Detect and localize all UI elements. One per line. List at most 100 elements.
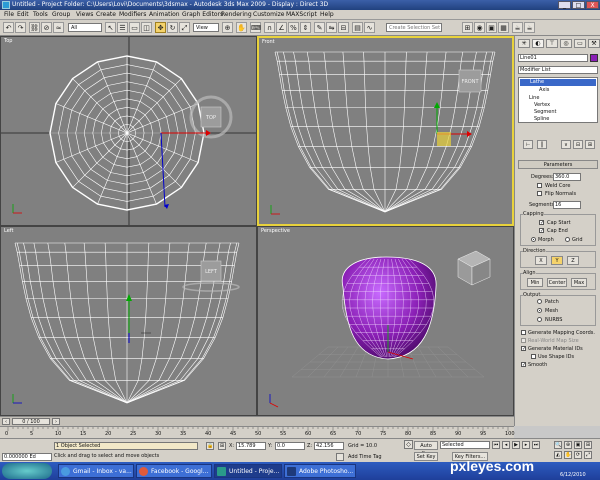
field-of-view-icon[interactable]: ◭ [554,451,562,459]
taskbar-item-gmail[interactable]: Gmail - Inbox - va... [58,464,134,478]
zoom-extents-icon[interactable]: ▣ [574,441,582,449]
material-editor-icon[interactable]: ◉ [474,22,485,33]
viewport-top[interactable]: Top TOP [0,36,257,226]
menu-animation[interactable]: Animation [149,11,180,18]
patch-radio[interactable] [537,299,542,304]
segments-field[interactable]: 16 [553,201,581,209]
pan-view-icon[interactable]: ✋ [564,451,572,459]
viewport-perspective[interactable]: Perspective [257,226,514,416]
parameters-rollout-header[interactable]: Parameters [518,160,598,169]
add-time-tag-button[interactable]: Add Time Tag [348,454,382,460]
lock-selection-icon[interactable]: 🔒 [206,442,214,450]
selection-filter-dropdown[interactable]: All [68,23,102,32]
frame-counter[interactable]: 0 / 100 [12,418,50,425]
maximize-button[interactable]: □ [572,1,585,9]
menu-rendering[interactable]: Rendering [221,11,252,18]
menu-create[interactable]: Create [96,11,116,18]
gen-mapping-checkbox[interactable] [521,330,526,335]
align-icon[interactable]: ⊟ [338,22,349,33]
utilities-tab-icon[interactable]: ⚒ [588,39,600,48]
viewport-left[interactable]: Left LEFT [0,226,257,416]
cap-end-checkbox[interactable]: ✓ [539,228,544,234]
menu-group[interactable]: Group [52,11,70,18]
auto-key-selection-dropdown[interactable]: Selected [440,441,490,449]
degrees-field[interactable]: 360.0 [553,173,581,181]
real-world-checkbox[interactable] [521,338,526,343]
pivot-center-icon[interactable]: ⊕ [222,22,233,33]
selection-set-dropdown[interactable]: Create Selection Set [386,23,442,32]
named-selection-icon[interactable]: ✎ [314,22,325,33]
remove-modifier-icon[interactable]: ⊟ [573,140,583,149]
align-max-button[interactable]: Max [571,278,587,287]
rect-selection-icon[interactable]: ▭ [129,22,140,33]
key-mode-icon[interactable]: ◇ [404,440,413,449]
reference-coordinate-dropdown[interactable]: View [193,23,219,32]
prev-key-icon[interactable]: ◂ [502,441,510,449]
menu-maxscript[interactable]: MAXScript [286,11,317,18]
taskbar-item-facebook[interactable]: Facebook - Googl... [136,464,212,478]
window-crossing-icon[interactable]: ◫ [141,22,152,33]
curve-editor-icon[interactable]: ∿ [364,22,375,33]
minimize-button[interactable]: _ [558,1,571,9]
menu-customize[interactable]: Customize [253,11,285,18]
align-center-button[interactable]: Center [547,278,567,287]
app-icon[interactable] [2,1,10,9]
hierarchy-tab-icon[interactable]: ⊤ [546,39,558,48]
pin-stack-icon[interactable]: ⊢ [523,140,533,149]
keyboard-shortcut-icon[interactable]: ⌨ [250,22,261,33]
zoom-icon[interactable]: 🔍 [554,441,562,449]
menu-graph-editors[interactable]: Graph Editors [182,11,223,18]
rendered-frame-icon[interactable]: ▦ [498,22,509,33]
object-color-swatch[interactable] [590,54,598,62]
flip-normals-checkbox[interactable] [537,191,542,196]
stack-item-lathe[interactable]: Lathe [520,79,596,86]
orbit-icon[interactable]: ⟳ [574,451,582,459]
smooth-checkbox[interactable]: ✓ [521,362,526,368]
stack-item-segment[interactable]: Segment [534,109,557,115]
weld-core-checkbox[interactable] [537,183,542,188]
direction-x-button[interactable]: X [535,256,547,265]
viewport-front[interactable]: Front FRONT [257,36,514,226]
go-to-start-icon[interactable]: ⏮ [492,441,500,449]
maximize-viewport-icon[interactable]: ⤢ [584,451,592,459]
undo-icon[interactable]: ↶ [3,22,14,33]
time-slider[interactable]: ‹ 0 / 100 › [0,416,514,426]
modify-tab-icon[interactable]: ◐ [532,39,544,48]
percent-snap-icon[interactable]: % [288,22,299,33]
menu-help[interactable]: Help [320,11,334,18]
unlink-icon[interactable]: ⊘ [41,22,52,33]
mirror-icon[interactable]: ⇋ [326,22,337,33]
menu-modifiers[interactable]: Modifiers [119,11,146,18]
direction-z-button[interactable]: Z [567,256,579,265]
menu-file[interactable]: File [4,11,14,18]
cap-start-checkbox[interactable]: ✓ [539,220,544,226]
absolute-mode-icon[interactable]: ⊞ [218,442,226,450]
viewcube-top-label[interactable]: TOP [205,115,216,121]
modifier-list-dropdown[interactable]: Modifier List [518,66,598,74]
go-to-end-icon[interactable]: ⏭ [532,441,540,449]
direction-y-button[interactable]: Y [551,256,563,265]
schematic-view-icon[interactable]: ⊞ [462,22,473,33]
stack-item-spline[interactable]: Spline [534,116,549,122]
prev-frame-icon[interactable]: ‹ [2,418,10,425]
create-tab-icon[interactable]: ✳ [518,39,530,48]
select-and-move-icon[interactable]: ✥ [155,22,166,33]
motion-tab-icon[interactable]: ◎ [560,39,572,48]
z-coord-field[interactable]: 42.156 [314,442,344,450]
select-and-scale-icon[interactable]: ⤢ [179,22,190,33]
configure-sets-icon[interactable]: ⊞ [585,140,595,149]
angle-snap-icon[interactable]: ∠ [276,22,287,33]
render-setup-icon[interactable]: ▣ [486,22,497,33]
grid-radio[interactable] [565,237,570,242]
time-tag-icon[interactable] [336,453,344,461]
taskbar-item-3dsmax[interactable]: Untitled - Proje... [214,464,282,478]
zoom-extents-all-icon[interactable]: ⊞ [584,441,592,449]
align-min-button[interactable]: Min [527,278,543,287]
start-button-icon[interactable] [2,463,52,479]
use-shape-ids-checkbox[interactable] [531,354,536,359]
stack-item-axis[interactable]: Axis [539,87,549,93]
next-key-icon[interactable]: ▸ [522,441,530,449]
manipulate-icon[interactable]: ✋ [236,22,247,33]
track-bar[interactable]: 0 5 10 15 20 25 30 35 40 45 50 55 60 65 70 75 80 85 90 95 10… [0,426,515,438]
layer-manager-icon[interactable]: ▤ [352,22,363,33]
